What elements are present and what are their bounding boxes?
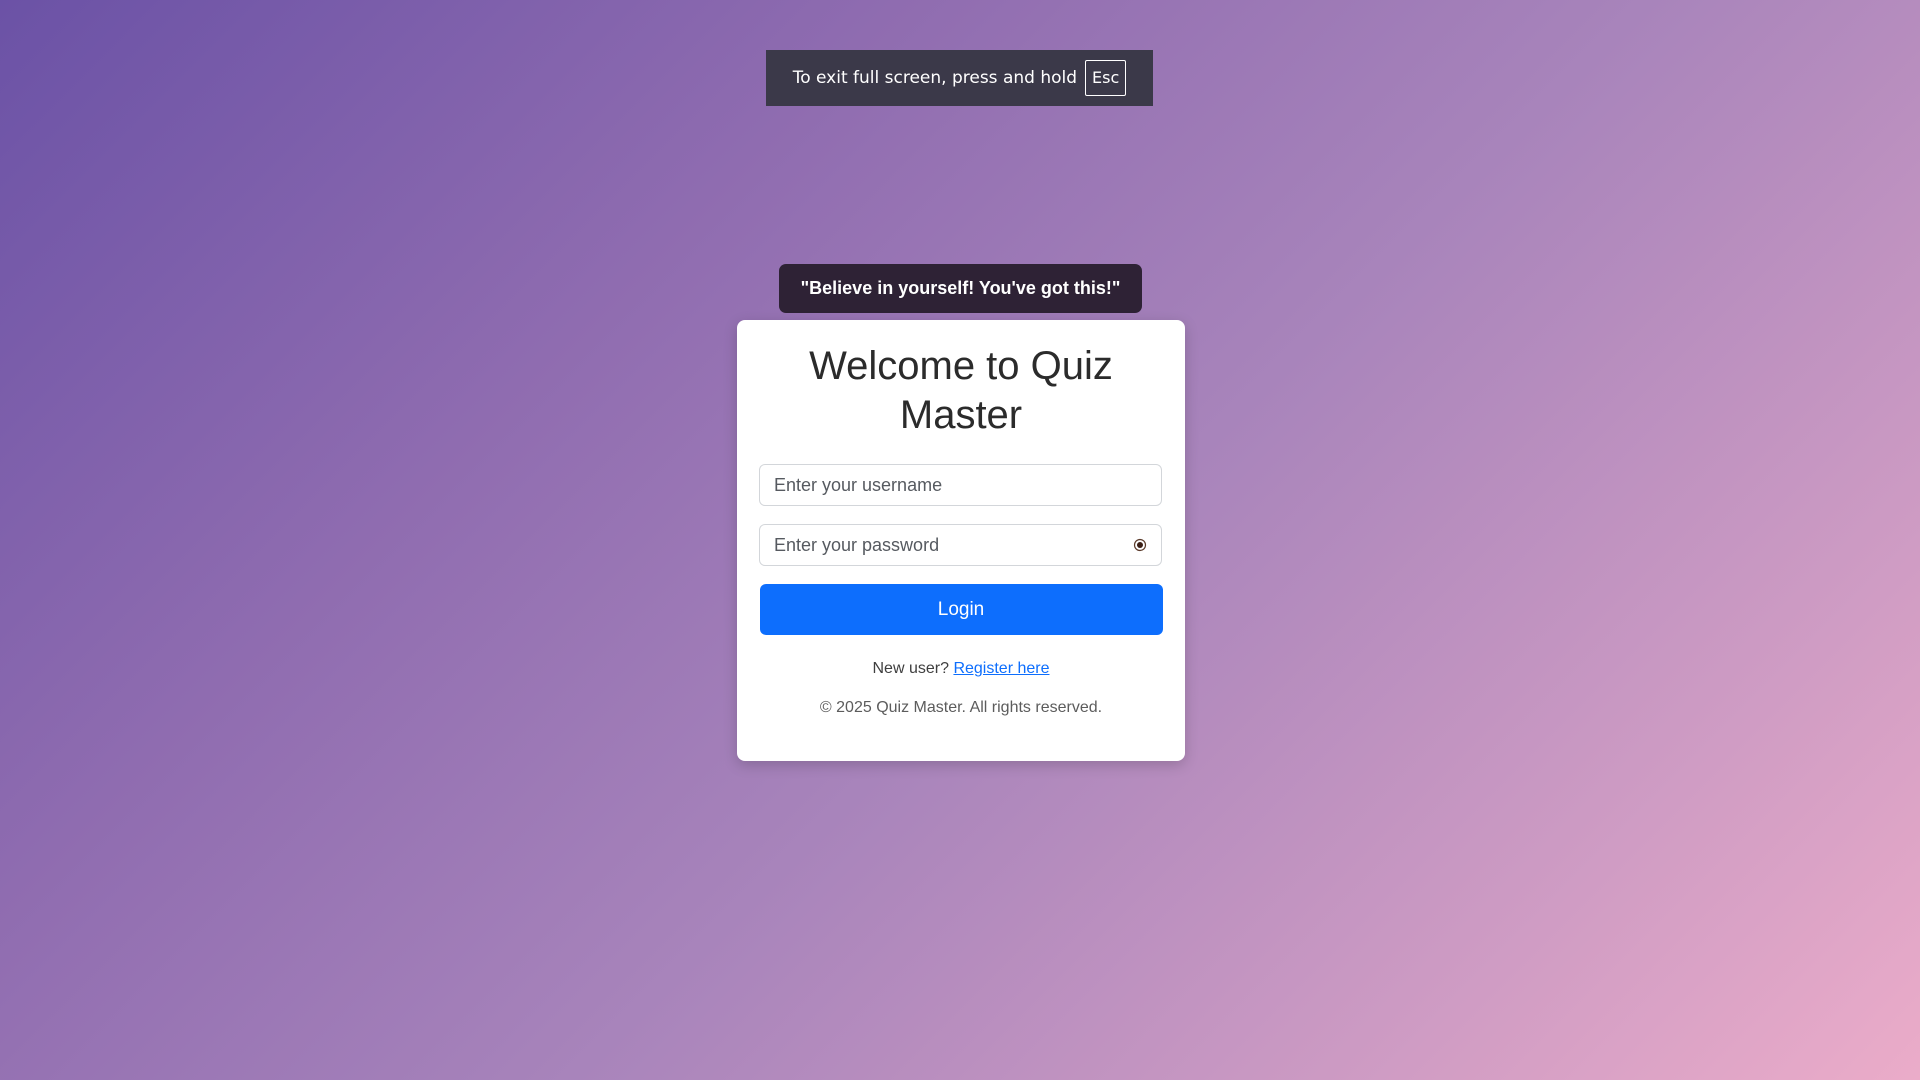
login-button[interactable]: Login	[759, 584, 1163, 635]
page-title: Welcome to Quiz Master	[809, 344, 1113, 437]
motivational-quote: "Believe in yourself! You've got this!"	[779, 264, 1142, 313]
register-link[interactable]: Register here	[953, 660, 1049, 677]
eye-icon[interactable]	[1133, 538, 1147, 552]
fullscreen-exit-notice: To exit full screen, press and hold Esc	[766, 50, 1153, 106]
login-card: Welcome to Quiz Master Login New user? R…	[737, 320, 1185, 761]
copyright-text: © 2025 Quiz Master. All rights reserved.	[819, 699, 1103, 716]
username-input[interactable]	[760, 465, 1161, 505]
password-field	[759, 524, 1162, 566]
username-field	[759, 464, 1162, 506]
esc-key-hint: Esc	[1085, 60, 1127, 96]
register-prompt: New user? Register here	[759, 660, 1163, 678]
password-input[interactable]	[760, 525, 1161, 565]
new-user-text: New user?	[872, 660, 949, 677]
fullscreen-notice-text: To exit full screen, press and hold	[792, 68, 1078, 88]
